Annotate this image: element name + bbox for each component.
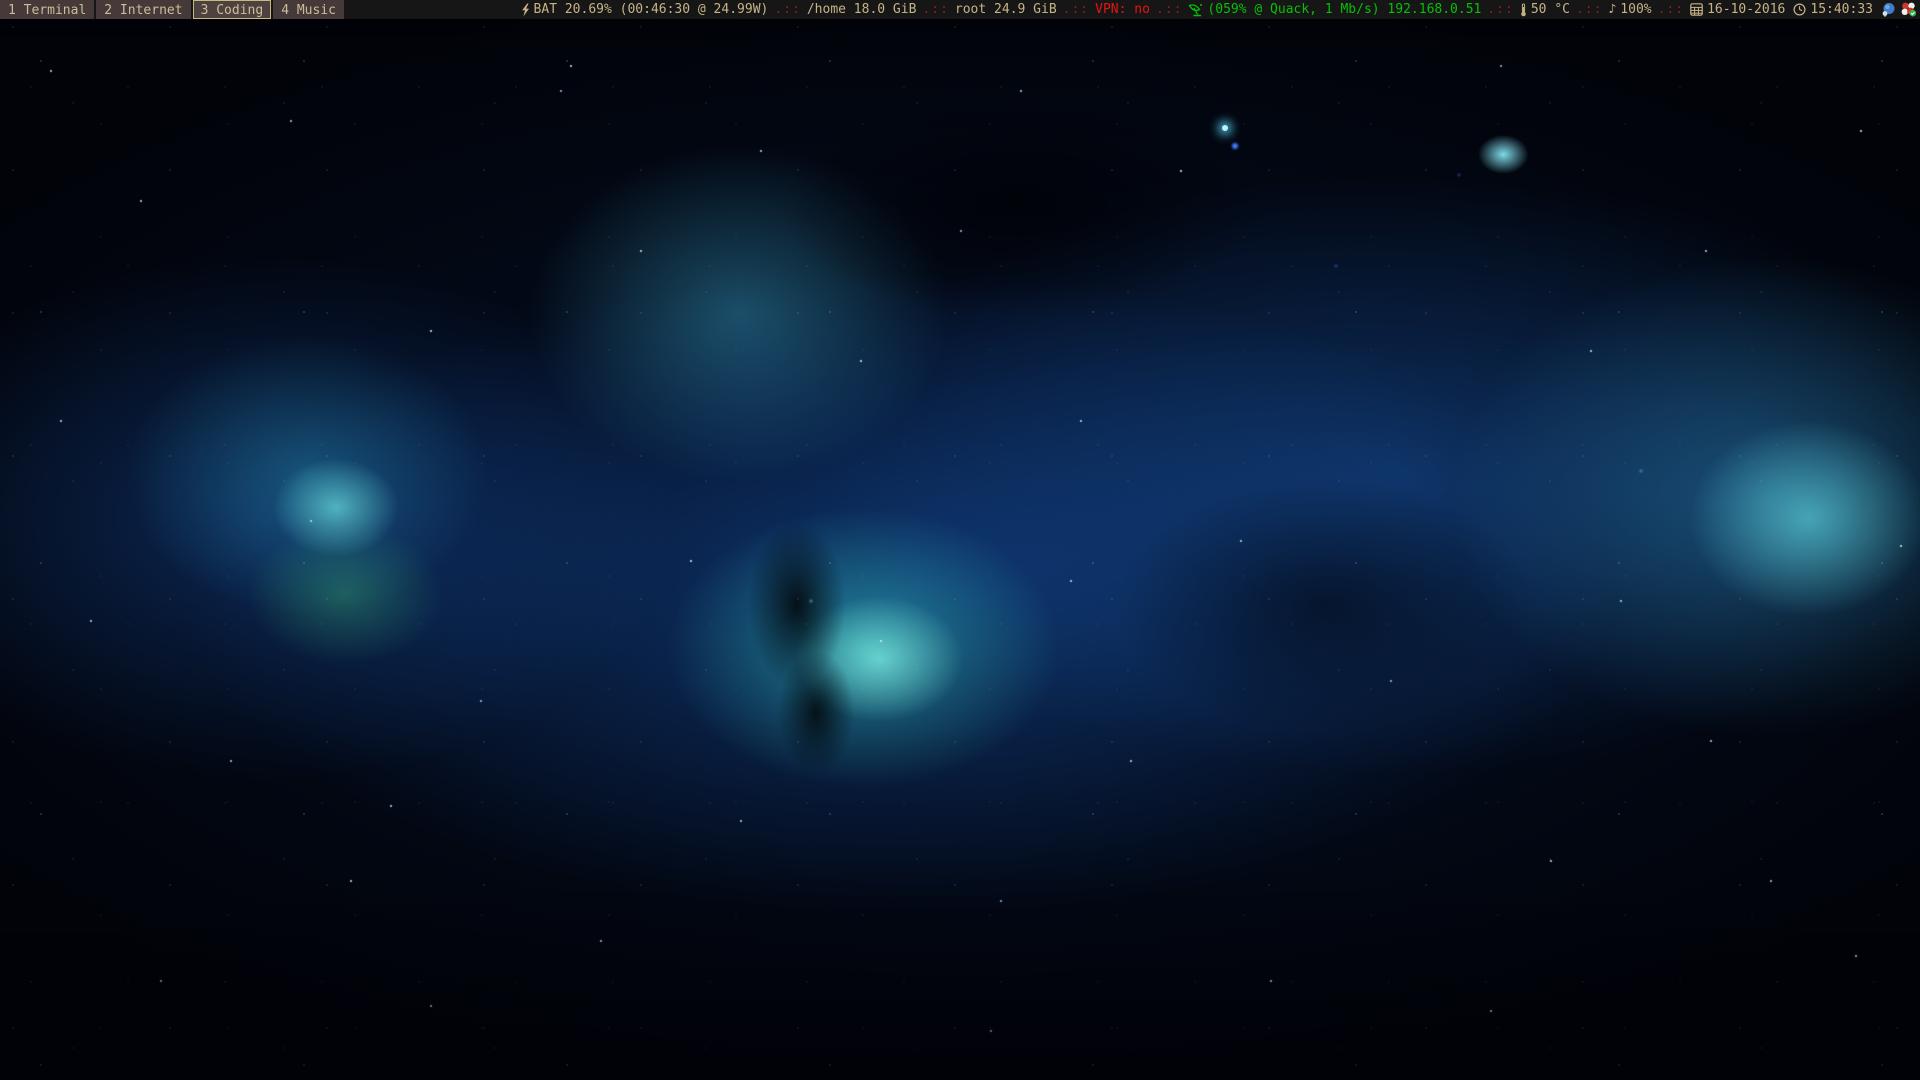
calendar-icon <box>1690 3 1703 16</box>
workspace-switcher: 1 Terminal 2 Internet 3 Coding 4 Music <box>0 0 346 19</box>
updates-check-tray-icon[interactable] <box>1901 2 1917 17</box>
root-disk-text: root 24.9 GiB <box>955 0 1057 19</box>
vpn-text: VPN: no <box>1095 0 1150 19</box>
time-status: 15:40:33 <box>1793 0 1873 19</box>
nebula-wallpaper <box>0 0 1920 1080</box>
date-text: 16-10-2016 <box>1707 0 1785 19</box>
workspace-button-internet[interactable]: 2 Internet <box>96 0 190 19</box>
status-separator: .:: <box>774 0 800 19</box>
vignette-overlay <box>0 0 1920 1080</box>
thermometer-icon <box>1520 3 1527 17</box>
temperature-text: 50 °C <box>1531 0 1570 19</box>
satellite-antenna-icon <box>1188 3 1203 17</box>
battery-status: BAT 20.69% (00:46:30 @ 24.99W) <box>521 0 769 19</box>
bar-spacer <box>346 0 521 19</box>
status-separator: .:: <box>1658 0 1684 19</box>
clock-icon <box>1793 3 1806 16</box>
date-status: 16-10-2016 <box>1690 0 1785 19</box>
battery-text: BAT 20.69% (00:46:30 @ 24.99W) <box>534 0 769 19</box>
desktop: 1 Terminal 2 Internet 3 Coding 4 Music B… <box>0 0 1920 1080</box>
workspace-button-terminal[interactable]: 1 Terminal <box>0 0 94 19</box>
volume-status: ♪ 100% <box>1608 0 1651 19</box>
vpn-status: VPN: no <box>1095 0 1150 19</box>
time-text: 15:40:33 <box>1810 0 1873 19</box>
status-separator: .:: <box>1487 0 1513 19</box>
home-disk-status: /home 18.0 GiB <box>807 0 917 19</box>
status-separator: .:: <box>1063 0 1089 19</box>
status-segments: BAT 20.69% (00:46:30 @ 24.99W) .:: /home… <box>521 0 1920 19</box>
music-note-icon: ♪ <box>1608 0 1616 19</box>
network-status: (059% @ Quack, 1 Mb/s) 192.168.0.51 <box>1188 0 1481 19</box>
system-tray <box>1881 2 1917 17</box>
top-status-bar: 1 Terminal 2 Internet 3 Coding 4 Music B… <box>0 0 1920 19</box>
blue-ball-tray-icon[interactable] <box>1881 2 1896 17</box>
home-disk-text: /home 18.0 GiB <box>807 0 917 19</box>
status-separator: .:: <box>922 0 948 19</box>
workspace-button-coding[interactable]: 3 Coding <box>193 0 272 19</box>
network-text: (059% @ Quack, 1 Mb/s) 192.168.0.51 <box>1207 0 1481 19</box>
workspace-button-music[interactable]: 4 Music <box>273 0 344 19</box>
root-disk-status: root 24.9 GiB <box>955 0 1057 19</box>
status-separator: .:: <box>1156 0 1182 19</box>
status-separator: .:: <box>1576 0 1602 19</box>
volume-text: 100% <box>1620 0 1651 19</box>
temperature-status: 50 °C <box>1520 0 1570 19</box>
lightning-bolt-icon <box>521 3 530 17</box>
